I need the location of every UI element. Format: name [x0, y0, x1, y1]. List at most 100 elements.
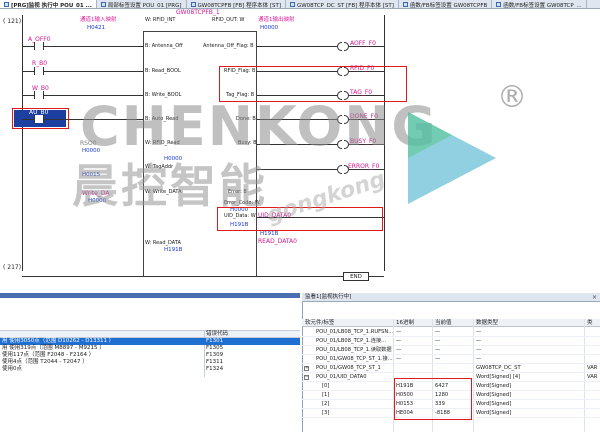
row-desc: 用 使用3050点（范围 D10262 - D13311 ） — [2, 338, 115, 344]
ladder-right-area — [420, 9, 600, 291]
row-hex: — — [396, 338, 402, 344]
row-name: [1] — [322, 392, 330, 398]
value-rso0: H0000 — [82, 148, 101, 154]
pin-error: Error: B — [228, 189, 247, 195]
var-rso0: RSO0 — [80, 140, 97, 147]
row-desc: 使用0点 — [2, 366, 22, 372]
tab-local-label[interactable]: 局部标签设置 POU_01 [PRG] — [97, 0, 187, 9]
value-h0015: H0015 — [82, 172, 101, 178]
pin-antenna-off-flag: Antenna_Off_Flag: B — [203, 43, 254, 49]
col-current-value[interactable]: 当前值 — [435, 319, 452, 327]
value-h0421: H0421 — [87, 25, 106, 31]
ladder-editor[interactable]: ( 121) ( 217) GW08TCPFB_1 通道1输入映射 H0421 … — [0, 9, 420, 291]
watch-row[interactable]: POU_01/GW08_TCP_ST_1 GW08TCP_DC_ST VAR — [302, 364, 600, 373]
highlight-rfid-tag-flags — [219, 66, 407, 102]
step-number-start: ( 121) — [3, 18, 22, 25]
col-data-type[interactable]: 数据类型 — [476, 319, 498, 327]
watch-row[interactable]: POU_01/GW08_TCP_ST_1.接... — — — — [302, 355, 600, 364]
value-tagaddr: H0000 — [164, 156, 183, 162]
value-rfid-out: H0000 — [260, 25, 279, 31]
row-name: [2] — [322, 401, 330, 407]
row-class: VAR — [587, 374, 598, 380]
var-aoff-f0[interactable]: AOFF_F0 — [350, 40, 376, 47]
value-write-da: H0000 — [88, 198, 107, 204]
col-device-label[interactable]: 软元件/标签 — [305, 319, 334, 327]
tab-label: 函数/FB标签设置 GW08TCPFB — [409, 2, 488, 9]
pin-rfid-out: RFID_OUT: W — [212, 17, 245, 23]
highlight-uid-data — [217, 207, 383, 231]
row-type: GW08TCP_DC_ST — [476, 365, 521, 371]
watch-row[interactable]: POU_01/LB08_TCP_1.RUFSN... — — — — [302, 328, 600, 337]
row-type: Word[Signed] — [476, 410, 512, 416]
table-row[interactable]: 使用4点（范围 T2044 - T2047 ） F1311 — [0, 359, 300, 366]
row-hex: — — [396, 347, 402, 353]
tab-gw08tcpfb-st[interactable]: GW08TCPFB [FB] 程序本体 [ST] — [187, 0, 286, 8]
watch-row[interactable]: POU_01/LB08_TCP_1.读取数据 — — — — [302, 346, 600, 355]
row-type: — — [476, 356, 482, 362]
col-hex[interactable]: 16进制 — [396, 319, 414, 327]
step-number-end: ( 217) — [3, 264, 22, 271]
row-name: POU_01/UID_DATA0 — [316, 374, 367, 380]
tab-label: 局部标签设置 POU_01 [PRG] — [107, 2, 182, 9]
pin-read-data: W: Read_DATA — [145, 240, 181, 246]
row-type: — — [476, 329, 482, 335]
comment-output-mapping: 通道1输出映射 — [258, 17, 295, 23]
highlight-uid-values — [394, 378, 472, 420]
contact-w-b0[interactable] — [34, 91, 44, 99]
tab-fb-label-gw08tcpfb[interactable]: 函数/FB标签设置 GW08TCPFB — [399, 0, 493, 9]
label-icon — [100, 2, 106, 7]
row-hex: — — [396, 356, 402, 362]
row-name: POU_01/LB08_TCP_1.连接... — [316, 338, 387, 344]
col-error-code: 错误代码 — [206, 331, 229, 337]
var-done-f0[interactable]: DONE_F0 — [350, 113, 378, 120]
row-desc: 用 使用319点（范围 M8897 - M9215 ） — [2, 345, 105, 351]
pin-write-data: W: Write_DATA — [145, 189, 182, 195]
row-type: Word[Signed] — [476, 383, 512, 389]
st-icon — [289, 2, 295, 7]
fb-instance-name: GW08TCPFB_1 — [176, 9, 220, 16]
row-code: F1309 — [206, 352, 224, 358]
editor-tab-bar: [PRG]监视 执行中 POU_01 ... 局部标签设置 POU_01 [PR… — [0, 0, 600, 9]
table-row[interactable]: 用 使用3050点（范围 D10262 - D13311 ） F1301 — [0, 338, 300, 345]
row-current: — — [435, 347, 441, 353]
right-power-rail — [384, 15, 385, 271]
usage-table-header: 错误代码 — [0, 330, 300, 338]
row-type: Word[Signed] — [476, 392, 512, 398]
pin-write-bool: B: Write_BOOL — [145, 92, 182, 98]
row-name: POU_01/GW08_TCP_ST_1 — [316, 365, 381, 371]
left-power-rail — [22, 15, 23, 271]
label-icon — [402, 2, 408, 7]
contact-a-off0[interactable] — [34, 42, 44, 50]
expand-icon[interactable]: + — [304, 366, 309, 371]
wire-end-right — [369, 276, 384, 277]
var-write-da: Write_DA — [82, 190, 110, 197]
var-error-f0[interactable]: ERROR_F0 — [348, 163, 379, 170]
tab-pou01-monitor[interactable]: [PRG]监视 执行中 POU_01 ... — [0, 0, 97, 8]
end-instruction: END — [343, 272, 369, 281]
var-r-b0[interactable]: R_B0 — [32, 60, 47, 67]
row-name: [3] — [322, 410, 330, 416]
contact-r-b0[interactable] — [34, 67, 44, 75]
watch-row[interactable]: POU_01/LB08_TCP_1.连接... — — — — [302, 337, 600, 346]
tab-fb-label-gw08tcp[interactable]: 函数/FB标签设置 GW08TCP_... — [492, 0, 587, 9]
var-busy-f0[interactable]: BUSY_F0 — [350, 138, 376, 145]
label-icon — [496, 2, 502, 7]
panel-titlebar — [0, 293, 300, 298]
var-read-data0[interactable]: READ_DATA0 — [258, 238, 297, 245]
tab-label: 函数/FB标签设置 GW08TCP_... — [503, 2, 582, 9]
collapse-icon[interactable]: − — [304, 375, 309, 380]
coil-done-f0[interactable] — [337, 115, 349, 124]
tab-label: GW08TCP_DC_ST [FB] 程序本体 [ST] — [296, 2, 394, 9]
row-type: — — [476, 347, 482, 353]
coil-busy-f0[interactable] — [337, 140, 349, 149]
table-row[interactable]: 用 使用319点（范围 M8897 - M9215 ） F1305 — [0, 345, 300, 352]
table-row[interactable]: 使用0点 F1324 — [0, 366, 300, 373]
coil-aoff-f0[interactable] — [337, 42, 349, 51]
pin-error-code: Error_Code: W — [224, 200, 260, 206]
row-name: POU_01/LB08_TCP_1.读取数据 — [316, 347, 392, 353]
close-icon[interactable]: × — [591, 294, 598, 301]
tab-gw08tcp-dc-st[interactable]: GW08TCP_DC_ST [FB] 程序本体 [ST] — [286, 0, 399, 9]
table-row[interactable]: 使用117点（范围 F2048 - F2164 ） F1309 — [0, 352, 300, 359]
col-class[interactable]: 类 — [587, 319, 593, 327]
pin-done: Done: B — [236, 116, 256, 122]
